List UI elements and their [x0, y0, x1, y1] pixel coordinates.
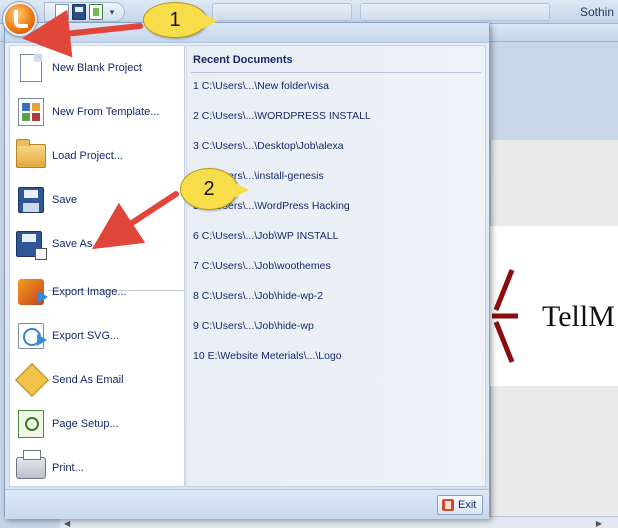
- menu-item-export-image[interactable]: Export Image...: [10, 270, 186, 314]
- menu-item-label: Page Setup...: [52, 418, 119, 430]
- recent-separator: [191, 72, 481, 73]
- export-image-icon: [18, 279, 48, 305]
- menu-item-label: Send As Email: [52, 374, 124, 386]
- recent-document-item[interactable]: 3 C:\Users\...\Desktop\Job\alexa: [193, 140, 344, 152]
- recent-document-item[interactable]: 10 E:\Website Meterials\...\Logo: [193, 350, 342, 362]
- application-menu: New Blank Project New From Template... L…: [4, 22, 490, 519]
- recent-documents-panel: Recent Documents 1 C:\Users\...\New fold…: [186, 45, 486, 487]
- save-as-icon: [16, 231, 47, 260]
- recent-document-item[interactable]: 6 C:\Users\...\Job\WP INSTALL: [193, 230, 339, 242]
- menu-item-load-project[interactable]: Load Project...: [10, 134, 186, 178]
- export-svg-icon: [18, 323, 47, 349]
- title-bar: ▾ Sothin: [0, 0, 618, 24]
- recent-document-item[interactable]: 8 C:\Users\...\Job\hide-wp-2: [193, 290, 323, 302]
- application-menu-button[interactable]: [3, 2, 37, 36]
- window-title: Sothin: [579, 5, 614, 19]
- folder-icon: [16, 139, 46, 168]
- logo-mark-icon: [492, 269, 518, 363]
- page-setup-icon: [18, 410, 44, 438]
- recent-document-item[interactable]: 1 C:\Users\...\New folder\visa: [193, 80, 329, 92]
- scroll-left-icon[interactable]: ◀: [64, 519, 70, 528]
- save-icon: [18, 187, 44, 213]
- menu-item-send-as-email[interactable]: Send As Email: [10, 358, 186, 402]
- callout-number: 2: [203, 177, 215, 200]
- menu-commands: New Blank Project New From Template... L…: [9, 45, 185, 487]
- customize-dropdown-icon[interactable]: ▾: [106, 7, 118, 18]
- menu-item-label: New Blank Project: [52, 62, 142, 74]
- quick-access-toolbar: ▾: [44, 2, 125, 22]
- recent-documents-title: Recent Documents: [193, 54, 293, 66]
- menu-item-new-blank-project[interactable]: New Blank Project: [10, 46, 186, 90]
- menu-item-print[interactable]: Print...: [10, 446, 186, 490]
- menu-item-save-as[interactable]: Save As...: [10, 222, 186, 266]
- template-icon[interactable]: [89, 4, 103, 20]
- menu-item-label: Save: [52, 194, 78, 206]
- app-logo-icon: [14, 10, 28, 28]
- exit-label: Exit: [458, 499, 477, 511]
- recent-document-item[interactable]: 9 C:\Users\...\Job\hide-wp: [193, 320, 314, 332]
- email-icon: [15, 363, 49, 397]
- recent-document-item[interactable]: 7 C:\Users\...\Job\woothemes: [193, 260, 331, 272]
- taskbar-button[interactable]: [360, 3, 550, 21]
- menu-item-export-svg[interactable]: Export SVG...: [10, 314, 186, 358]
- menu-item-label: New From Template...: [52, 106, 160, 118]
- printer-icon: [16, 450, 46, 479]
- menu-item-label: Export Image...: [52, 286, 127, 298]
- new-document-icon[interactable]: [55, 4, 69, 20]
- menu-item-new-from-template[interactable]: New From Template...: [10, 90, 186, 134]
- exit-button[interactable]: Exit: [437, 495, 483, 515]
- menu-item-label: Load Project...: [52, 150, 123, 162]
- menu-item-save[interactable]: Save: [10, 178, 186, 222]
- taskbar-button[interactable]: [212, 3, 352, 21]
- menu-header: [5, 23, 489, 43]
- save-icon[interactable]: [72, 4, 86, 20]
- scroll-right-icon[interactable]: ▶: [596, 519, 602, 528]
- recent-document-item[interactable]: 2 C:\Users\...\WORDPRESS INSTALL: [193, 110, 371, 122]
- callout-step-2: 2: [180, 168, 249, 210]
- canvas-logo-text: TellM: [542, 300, 615, 333]
- exit-icon: [442, 499, 454, 511]
- menu-item-page-setup[interactable]: Page Setup...: [10, 402, 186, 446]
- template-icon: [18, 98, 44, 126]
- callout-number: 1: [169, 8, 181, 31]
- menu-item-label: Save As...: [52, 238, 102, 250]
- menu-item-label: Export SVG...: [52, 330, 120, 342]
- callout-step-1: 1: [143, 2, 218, 38]
- menu-item-label: Print...: [52, 462, 84, 474]
- new-document-icon: [20, 54, 42, 82]
- menu-footer: Exit: [5, 489, 489, 519]
